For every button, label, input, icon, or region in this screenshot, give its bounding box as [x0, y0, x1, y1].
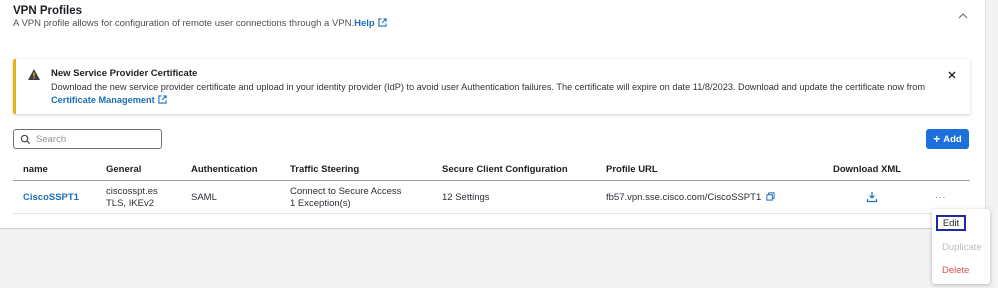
traffic-steering-exceptions: 1 Exception(s) [290, 198, 351, 209]
download-icon[interactable] [866, 191, 878, 203]
row-divider [13, 213, 970, 214]
warning-icon [28, 69, 40, 80]
authentication-value: SAML [191, 192, 217, 203]
copy-icon[interactable] [766, 192, 775, 201]
menu-item-duplicate[interactable]: Duplicate [942, 242, 982, 253]
secure-client-settings: 12 Settings [442, 192, 490, 203]
search-box[interactable] [13, 129, 162, 149]
certificate-warning-banner: New Service Provider Certificate Downloa… [13, 59, 970, 114]
section-title: VPN Profiles [13, 5, 83, 17]
banner-message: Download the new service provider certif… [51, 81, 931, 106]
table-header-divider [13, 180, 970, 181]
add-profile-button[interactable]: + Add [926, 129, 969, 149]
general-protocols: TLS, IKEv2 [106, 198, 155, 209]
column-header-download-xml[interactable]: Download XML [833, 164, 901, 175]
banner-message-text: Download the new service provider certif… [51, 82, 925, 92]
menu-item-delete[interactable]: Delete [942, 265, 969, 276]
column-header-authentication[interactable]: Authentication [191, 164, 258, 175]
search-icon [20, 134, 31, 145]
profile-name-link[interactable]: CiscoSSPT1 [23, 192, 79, 204]
help-link[interactable]: Help [354, 18, 375, 29]
column-header-profile-url[interactable]: Profile URL [606, 164, 658, 175]
more-icon[interactable]: ... [935, 190, 946, 201]
add-button-label: Add [943, 133, 962, 145]
plus-icon: + [933, 132, 941, 146]
external-link-icon[interactable] [158, 94, 167, 104]
column-header-secure-client[interactable]: Secure Client Configuration [442, 164, 568, 175]
search-input[interactable] [36, 132, 156, 146]
certificate-management-link[interactable]: Certificate Management [51, 95, 155, 105]
profile-url-text: fb57.vpn.sse.cisco.com/CiscoSSPT1 [606, 192, 762, 203]
vpn-profiles-card: VPN Profiles A VPN profile allows for co… [0, 0, 985, 229]
section-description: A VPN profile allows for configuration o… [13, 18, 387, 29]
section-description-text: A VPN profile allows for configuration o… [13, 18, 355, 29]
menu-item-edit[interactable]: Edit [936, 215, 966, 231]
banner-title: New Service Provider Certificate [51, 68, 198, 79]
external-link-icon[interactable] [378, 18, 387, 27]
general-host: ciscosspt.es [106, 186, 158, 197]
profile-url: fb57.vpn.sse.cisco.com/CiscoSSPT1 [606, 192, 775, 204]
close-icon[interactable] [946, 69, 958, 81]
right-divider [985, 0, 986, 229]
chevron-up-icon[interactable] [956, 10, 970, 22]
column-header-traffic-steering[interactable]: Traffic Steering [290, 164, 359, 175]
traffic-steering-mode: Connect to Secure Access [290, 186, 402, 197]
column-header-general[interactable]: General [106, 164, 141, 175]
row-actions-menu: Edit Duplicate Delete [932, 209, 990, 284]
column-header-name[interactable]: name [23, 164, 48, 175]
